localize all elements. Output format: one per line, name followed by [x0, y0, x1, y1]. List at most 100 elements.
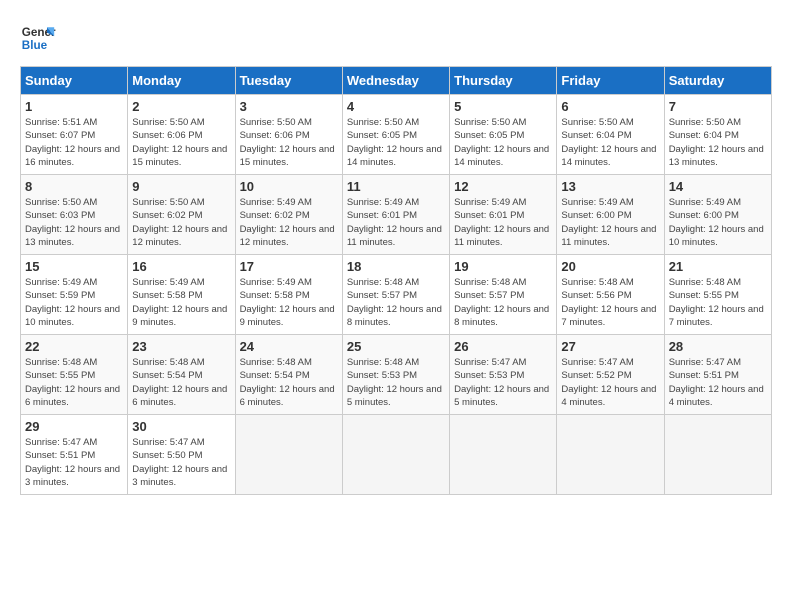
- calendar-day-cell: 13 Sunrise: 5:49 AMSunset: 6:00 PMDayligh…: [557, 175, 664, 255]
- calendar-day-cell: 12 Sunrise: 5:49 AMSunset: 6:01 PMDayligh…: [450, 175, 557, 255]
- calendar-day-cell: 20 Sunrise: 5:48 AMSunset: 5:56 PMDayligh…: [557, 255, 664, 335]
- day-number: 19: [454, 259, 552, 274]
- day-detail: Sunrise: 5:48 AMSunset: 5:57 PMDaylight:…: [347, 276, 445, 329]
- calendar-day-cell: 8 Sunrise: 5:50 AMSunset: 6:03 PMDaylight…: [21, 175, 128, 255]
- calendar-day-cell: 18 Sunrise: 5:48 AMSunset: 5:57 PMDayligh…: [342, 255, 449, 335]
- day-number: 18: [347, 259, 445, 274]
- day-detail: Sunrise: 5:47 AMSunset: 5:53 PMDaylight:…: [454, 356, 552, 409]
- calendar-day-cell: 9 Sunrise: 5:50 AMSunset: 6:02 PMDaylight…: [128, 175, 235, 255]
- day-number: 26: [454, 339, 552, 354]
- day-number: 22: [25, 339, 123, 354]
- day-number: 27: [561, 339, 659, 354]
- calendar-week-row: 8 Sunrise: 5:50 AMSunset: 6:03 PMDaylight…: [21, 175, 772, 255]
- day-header-saturday: Saturday: [664, 67, 771, 95]
- day-number: 4: [347, 99, 445, 114]
- calendar-week-row: 22 Sunrise: 5:48 AMSunset: 5:55 PMDayligh…: [21, 335, 772, 415]
- day-number: 7: [669, 99, 767, 114]
- calendar-day-cell: 6 Sunrise: 5:50 AMSunset: 6:04 PMDaylight…: [557, 95, 664, 175]
- day-number: 10: [240, 179, 338, 194]
- day-number: 13: [561, 179, 659, 194]
- calendar-table: SundayMondayTuesdayWednesdayThursdayFrid…: [20, 66, 772, 495]
- logo: General Blue: [20, 20, 56, 56]
- calendar-day-cell: 10Sunrise: 5:49 AMSunset: 6:02 PMDayligh…: [235, 175, 342, 255]
- day-number: 24: [240, 339, 338, 354]
- day-detail: Sunrise: 5:50 AMSunset: 6:06 PMDaylight:…: [240, 116, 338, 169]
- calendar-day-cell: 2 Sunrise: 5:50 AMSunset: 6:06 PMDaylight…: [128, 95, 235, 175]
- day-detail: Sunrise: 5:49 AMSunset: 5:58 PMDaylight:…: [240, 276, 338, 329]
- day-detail: Sunrise: 5:49 AMSunset: 6:01 PMDaylight:…: [347, 196, 445, 249]
- day-header-friday: Friday: [557, 67, 664, 95]
- calendar-day-cell: 16 Sunrise: 5:49 AMSunset: 5:58 PMDayligh…: [128, 255, 235, 335]
- day-detail: Sunrise: 5:50 AMSunset: 6:05 PMDaylight:…: [454, 116, 552, 169]
- calendar-day-cell: 5 Sunrise: 5:50 AMSunset: 6:05 PMDaylight…: [450, 95, 557, 175]
- day-number: 12: [454, 179, 552, 194]
- day-detail: Sunrise: 5:48 AMSunset: 5:55 PMDaylight:…: [25, 356, 123, 409]
- day-detail: Sunrise: 5:49 AMSunset: 6:00 PMDaylight:…: [561, 196, 659, 249]
- day-detail: Sunrise: 5:49 AMSunset: 5:58 PMDaylight:…: [132, 276, 230, 329]
- calendar-header-row: SundayMondayTuesdayWednesdayThursdayFrid…: [21, 67, 772, 95]
- day-number: 28: [669, 339, 767, 354]
- day-number: 16: [132, 259, 230, 274]
- calendar-day-cell: 11 Sunrise: 5:49 AMSunset: 6:01 PMDayligh…: [342, 175, 449, 255]
- day-number: 3: [240, 99, 338, 114]
- day-detail: Sunrise: 5:50 AMSunset: 6:02 PMDaylight:…: [132, 196, 230, 249]
- day-detail: Sunrise: 5:50 AMSunset: 6:04 PMDaylight:…: [669, 116, 767, 169]
- calendar-day-cell: 25Sunrise: 5:48 AMSunset: 5:53 PMDayligh…: [342, 335, 449, 415]
- day-detail: Sunrise: 5:49 AMSunset: 6:01 PMDaylight:…: [454, 196, 552, 249]
- calendar-day-cell: [235, 415, 342, 495]
- calendar-day-cell: [664, 415, 771, 495]
- calendar-day-cell: 28 Sunrise: 5:47 AMSunset: 5:51 PMDayligh…: [664, 335, 771, 415]
- day-number: 14: [669, 179, 767, 194]
- day-number: 25: [347, 339, 445, 354]
- calendar-day-cell: 1Sunrise: 5:51 AMSunset: 6:07 PMDaylight…: [21, 95, 128, 175]
- calendar-day-cell: 15 Sunrise: 5:49 AMSunset: 5:59 PMDayligh…: [21, 255, 128, 335]
- day-number: 8: [25, 179, 123, 194]
- day-number: 29: [25, 419, 123, 434]
- calendar-week-row: 1Sunrise: 5:51 AMSunset: 6:07 PMDaylight…: [21, 95, 772, 175]
- day-detail: Sunrise: 5:47 AMSunset: 5:50 PMDaylight:…: [132, 436, 230, 489]
- day-detail: Sunrise: 5:48 AMSunset: 5:57 PMDaylight:…: [454, 276, 552, 329]
- logo-icon: General Blue: [20, 20, 56, 56]
- day-number: 6: [561, 99, 659, 114]
- calendar-day-cell: 27Sunrise: 5:47 AMSunset: 5:52 PMDayligh…: [557, 335, 664, 415]
- header: General Blue: [20, 20, 772, 56]
- calendar-body: 1Sunrise: 5:51 AMSunset: 6:07 PMDaylight…: [21, 95, 772, 495]
- day-header-wednesday: Wednesday: [342, 67, 449, 95]
- day-detail: Sunrise: 5:50 AMSunset: 6:06 PMDaylight:…: [132, 116, 230, 169]
- day-detail: Sunrise: 5:50 AMSunset: 6:03 PMDaylight:…: [25, 196, 123, 249]
- day-number: 11: [347, 179, 445, 194]
- day-number: 17: [240, 259, 338, 274]
- calendar-day-cell: 3 Sunrise: 5:50 AMSunset: 6:06 PMDaylight…: [235, 95, 342, 175]
- calendar-day-cell: 4Sunrise: 5:50 AMSunset: 6:05 PMDaylight…: [342, 95, 449, 175]
- calendar-day-cell: 24Sunrise: 5:48 AMSunset: 5:54 PMDayligh…: [235, 335, 342, 415]
- calendar-day-cell: 19 Sunrise: 5:48 AMSunset: 5:57 PMDayligh…: [450, 255, 557, 335]
- calendar-day-cell: 14 Sunrise: 5:49 AMSunset: 6:00 PMDayligh…: [664, 175, 771, 255]
- day-number: 15: [25, 259, 123, 274]
- day-number: 2: [132, 99, 230, 114]
- day-header-tuesday: Tuesday: [235, 67, 342, 95]
- calendar-day-cell: 22 Sunrise: 5:48 AMSunset: 5:55 PMDayligh…: [21, 335, 128, 415]
- day-detail: Sunrise: 5:49 AMSunset: 5:59 PMDaylight:…: [25, 276, 123, 329]
- day-detail: Sunrise: 5:47 AMSunset: 5:51 PMDaylight:…: [669, 356, 767, 409]
- day-header-sunday: Sunday: [21, 67, 128, 95]
- day-detail: Sunrise: 5:47 AMSunset: 5:51 PMDaylight:…: [25, 436, 123, 489]
- calendar-day-cell: 30Sunrise: 5:47 AMSunset: 5:50 PMDayligh…: [128, 415, 235, 495]
- calendar-day-cell: 21 Sunrise: 5:48 AMSunset: 5:55 PMDayligh…: [664, 255, 771, 335]
- day-detail: Sunrise: 5:49 AMSunset: 6:00 PMDaylight:…: [669, 196, 767, 249]
- calendar-day-cell: 29 Sunrise: 5:47 AMSunset: 5:51 PMDayligh…: [21, 415, 128, 495]
- svg-text:Blue: Blue: [22, 39, 48, 52]
- day-number: 1: [25, 99, 123, 114]
- day-number: 5: [454, 99, 552, 114]
- calendar-day-cell: [450, 415, 557, 495]
- day-number: 9: [132, 179, 230, 194]
- day-header-thursday: Thursday: [450, 67, 557, 95]
- day-number: 20: [561, 259, 659, 274]
- calendar-week-row: 15 Sunrise: 5:49 AMSunset: 5:59 PMDayligh…: [21, 255, 772, 335]
- day-detail: Sunrise: 5:48 AMSunset: 5:56 PMDaylight:…: [561, 276, 659, 329]
- calendar-day-cell: [342, 415, 449, 495]
- day-number: 21: [669, 259, 767, 274]
- day-detail: Sunrise: 5:48 AMSunset: 5:55 PMDaylight:…: [669, 276, 767, 329]
- calendar-week-row: 29 Sunrise: 5:47 AMSunset: 5:51 PMDayligh…: [21, 415, 772, 495]
- day-number: 23: [132, 339, 230, 354]
- day-detail: Sunrise: 5:50 AMSunset: 6:04 PMDaylight:…: [561, 116, 659, 169]
